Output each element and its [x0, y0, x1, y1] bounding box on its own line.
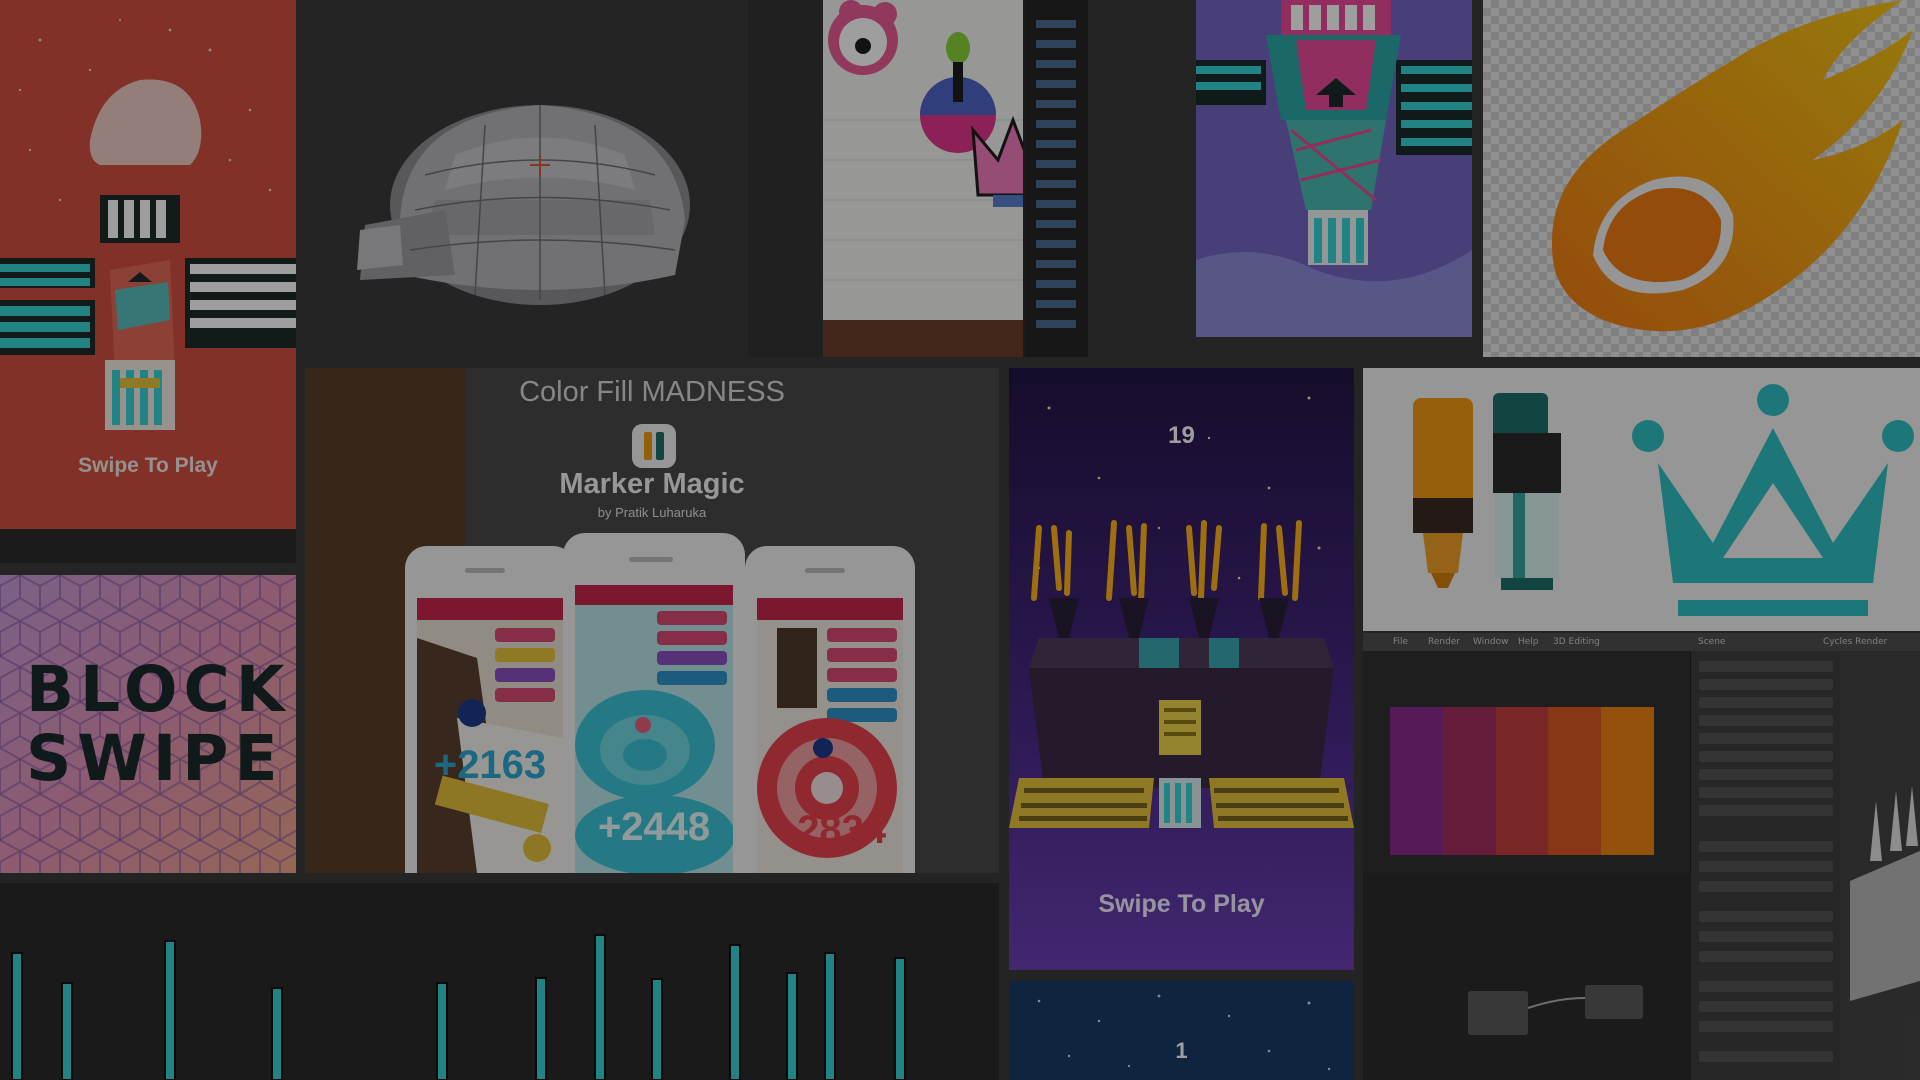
wooden-table — [823, 320, 1023, 357]
swatch-purple — [1390, 707, 1443, 855]
color-palette — [1390, 707, 1654, 855]
screen-bottom-bar — [0, 529, 296, 563]
phone-right-screen: +2834 — [757, 598, 903, 873]
igloo-icon — [357, 105, 690, 305]
starfield-artwork — [1037, 994, 1331, 1071]
blender-menu-bar: File Render Window Help 3D Editing Scene… — [1363, 633, 1920, 651]
orange-marker-icon — [1413, 398, 1473, 588]
block-tower-artwork — [1196, 0, 1472, 337]
marker-and-crown-icons[interactable] — [1363, 368, 1920, 631]
block-swipe-red-screenshot[interactable]: Swipe To Play — [0, 0, 296, 563]
promo-banner: Color Fill MADNESS — [519, 376, 785, 408]
block-swipe-logo: BLOCK SWIPE — [26, 655, 291, 794]
app-name: Marker Magic — [559, 468, 745, 500]
blender-image-editor-screenshot[interactable]: File Render Window Help 3D Editing Scene… — [1363, 633, 1920, 1080]
swatch-orange-red — [1548, 707, 1602, 855]
marker-crown-artwork — [1413, 384, 1914, 616]
phone-center-score: +2448 — [597, 805, 711, 849]
cyan-bars-screenshot[interactable] — [0, 883, 999, 1080]
phone-right: +2834 — [745, 546, 915, 873]
logo-line-block: BLOCK — [26, 653, 291, 726]
block-swipe-logo-art[interactable]: BLOCK SWIPE — [0, 575, 296, 873]
inspector-panel — [748, 0, 823, 357]
swatch-magenta — [1442, 707, 1496, 855]
scene-artwork — [823, 0, 1023, 281]
phone-left-screen: +2163 — [417, 598, 563, 873]
cyan-bars-artwork — [11, 934, 906, 1080]
node-editor — [1363, 873, 1690, 1080]
lined-paper-scene — [823, 0, 1023, 330]
menu-file[interactable]: File — [1393, 637, 1408, 647]
swatch-red — [1495, 707, 1549, 855]
score-counter: 19 — [1168, 422, 1195, 449]
swipe-to-play-purple-screenshot[interactable]: 19 Swipe To Play — [1009, 368, 1354, 970]
phone-center-screen: +2448 — [575, 585, 733, 873]
logo-line-swipe: SWIPE — [26, 722, 284, 796]
app-author: by Pratik Luharuka — [597, 505, 707, 520]
menu-3d-editing[interactable]: 3D Editing — [1553, 637, 1600, 647]
score-counter: 1 — [1175, 1038, 1188, 1063]
fireball-icon — [1551, 0, 1913, 332]
green-marker-icon — [1493, 393, 1561, 590]
swatch-orange — [1601, 707, 1654, 855]
block-swipe-purple-screenshot[interactable] — [1196, 0, 1472, 337]
igloo-model-render[interactable] — [305, 5, 738, 357]
swipe-to-play-label: Swipe To Play — [78, 454, 218, 477]
marker-magic-promo[interactable]: Color Fill MADNESS Marker Magic by Prati… — [305, 368, 999, 873]
menu-window[interactable]: Window — [1473, 637, 1509, 647]
fireball-icon-asset[interactable] — [1483, 0, 1920, 357]
hierarchy-panel — [1026, 0, 1088, 357]
swipe-to-play-label: Swipe To Play — [1098, 890, 1265, 918]
unity-editor-crown-screenshot[interactable] — [748, 0, 1088, 357]
3d-viewport — [1840, 651, 1920, 1080]
image-viewer — [1363, 651, 1690, 873]
menu-render-engine[interactable]: Cycles Render — [1823, 637, 1887, 647]
phone-left: +2163 — [405, 546, 575, 873]
marker-magic-app-icon — [632, 424, 676, 468]
menu-help[interactable]: Help — [1518, 637, 1539, 647]
menu-scene[interactable]: Scene — [1698, 637, 1725, 647]
block-swipe-red-artwork — [0, 18, 296, 430]
phone-center: +2448 — [563, 533, 745, 873]
image-properties-panel — [1690, 651, 1840, 1080]
candle-tower-artwork — [1009, 368, 1354, 970]
phone-left-score: +2163 — [433, 743, 547, 787]
phone-right-score: +2834 — [773, 808, 887, 852]
menu-render[interactable]: Render — [1428, 637, 1460, 647]
starry-blue-screenshot[interactable]: 1 — [1009, 981, 1354, 1080]
